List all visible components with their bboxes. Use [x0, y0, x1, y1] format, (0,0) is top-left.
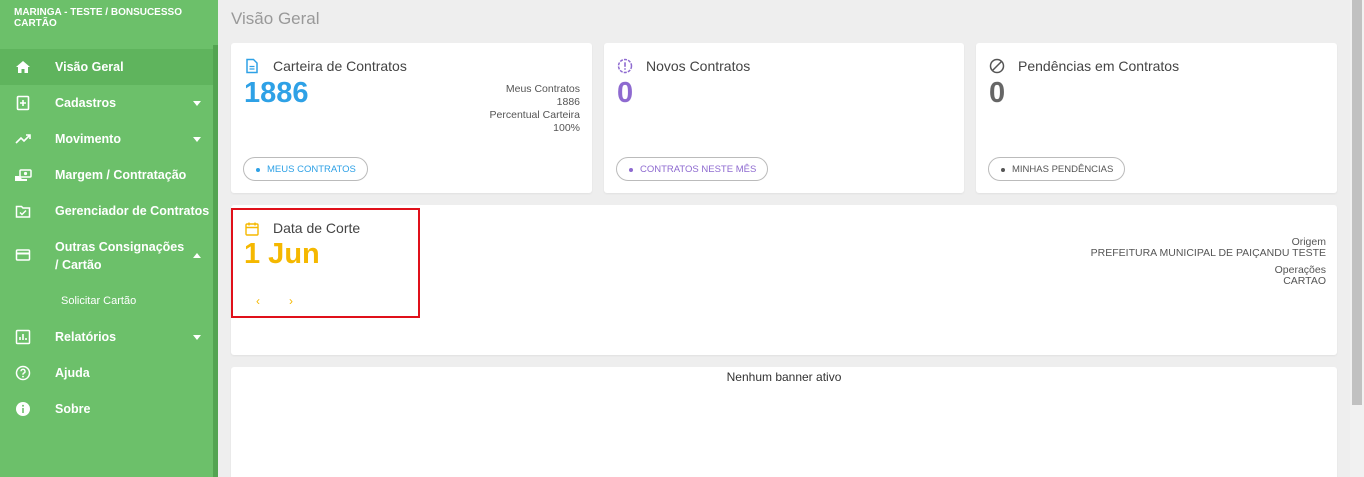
card-title: Carteira de Contratos [273, 58, 407, 74]
contratos-neste-mes-button[interactable]: CONTRATOS NESTE MÊS [616, 157, 769, 181]
card-value: 0 [617, 77, 634, 109]
info-label: Percentual Carteira [489, 109, 580, 121]
sidebar-item-label: Relatórios [55, 330, 117, 344]
sidebar-item-margem[interactable]: Margem / Contratação [0, 157, 213, 193]
card-value: 1886 [244, 77, 309, 109]
sidebar-item-movimento[interactable]: Movimento [0, 121, 213, 157]
bar-chart-icon [14, 328, 32, 346]
trending-up-icon [14, 130, 32, 148]
info-value: 100% [553, 122, 580, 134]
sidebar-item-label: Ajuda [55, 366, 90, 380]
sidebar-item-label: Sobre [55, 402, 91, 416]
card-value: 0 [989, 77, 1006, 109]
minhas-pendencias-button[interactable]: MINHAS PENDÊNCIAS [988, 157, 1126, 181]
alert-badge-icon [617, 58, 633, 74]
sidebar-item-ajuda[interactable]: Ajuda [0, 355, 213, 391]
sidebar-item-sobre[interactable]: Sobre [0, 391, 213, 427]
sidebar-item-visao-geral[interactable]: Visão Geral [0, 49, 213, 85]
info-circle-icon [14, 400, 32, 418]
credit-card-icon [14, 246, 32, 264]
scrollbar-thumb[interactable] [1352, 0, 1362, 405]
page-title: Visão Geral [231, 9, 320, 28]
sidebar-item-label: Outras Consignações / Cartão [55, 240, 185, 272]
help-circle-icon [14, 364, 32, 382]
brand-title: MARINGA - TESTE / BONSUCESSO CARTÃO [14, 7, 182, 29]
meus-contratos-button[interactable]: MEUS CONTRATOS [243, 157, 368, 181]
checked-folder-icon [14, 202, 32, 220]
chevron-down-icon [193, 101, 201, 106]
card-title: Pendências em Contratos [1018, 58, 1180, 74]
operations-info: Operações CARTAO [1275, 265, 1326, 287]
operations-value: CARTAO [1283, 275, 1326, 287]
sidebar-item-label: Movimento [55, 132, 121, 146]
sidebar-item-label: Cadastros [55, 96, 117, 110]
block-icon [989, 58, 1005, 74]
sidebar-item-label: Visão Geral [55, 60, 124, 74]
banner-text: Nenhum banner ativo [726, 370, 842, 384]
sidebar: MARINGA - TESTE / BONSUCESSO CARTÃO Visã… [0, 0, 218, 477]
origin-value: PREFEITURA MUNICIPAL DE PAIÇANDU TESTE [1090, 247, 1326, 259]
chevron-down-icon [193, 335, 201, 340]
highlight-box [231, 208, 420, 318]
card-pendencias: Pendências em Contratos 0 MINHAS PENDÊNC… [976, 43, 1337, 193]
sidebar-item-relatorios[interactable]: Relatórios [0, 319, 213, 355]
sidebar-subitem-solicitar-cartao[interactable]: Solicitar Cartão [61, 295, 136, 307]
home-icon [14, 58, 32, 76]
sidebar-item-label: Margem / Contratação [55, 168, 187, 182]
chevron-up-icon [193, 253, 201, 258]
document-icon [244, 58, 260, 74]
sidebar-item-outras-consignacoes[interactable]: Outras Consignações / Cartão [0, 229, 213, 283]
sidebar-item-label: Gerenciador de Contratos [55, 204, 210, 218]
scrollbar[interactable] [1350, 0, 1364, 477]
card-novos-contratos: Novos Contratos 0 CONTRATOS NESTE MÊS [604, 43, 964, 193]
money-hand-icon [14, 166, 32, 184]
sidebar-edge [213, 45, 218, 477]
info-value: 1886 [556, 96, 580, 108]
card-side-info: Meus Contratos 1886 Percentual Carteira … [490, 83, 580, 135]
origin-info: Origem PREFEITURA MUNICIPAL DE PAIÇANDU … [1091, 237, 1326, 259]
add-document-icon [14, 94, 32, 112]
banner-card: Nenhum banner ativo [231, 367, 1337, 477]
chevron-down-icon [193, 137, 201, 142]
card-title: Novos Contratos [646, 58, 751, 74]
info-label: Meus Contratos [505, 83, 580, 95]
sidebar-item-gerenciador[interactable]: Gerenciador de Contratos [0, 193, 213, 229]
sidebar-item-cadastros[interactable]: Cadastros [0, 85, 213, 121]
card-carteira-contratos: Carteira de Contratos 1886 Meus Contrato… [231, 43, 592, 193]
